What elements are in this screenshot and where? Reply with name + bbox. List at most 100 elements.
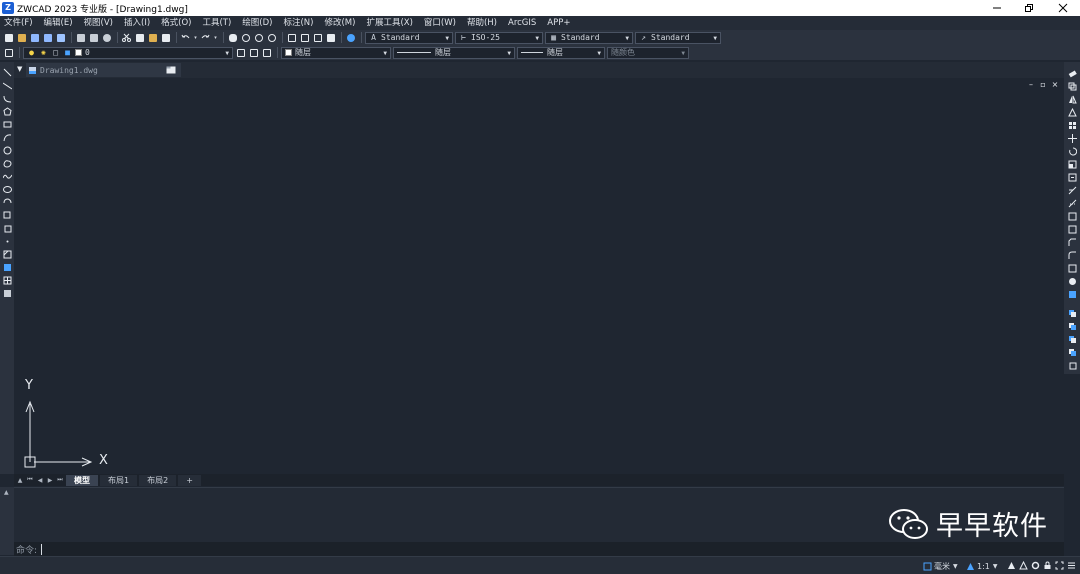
layer-select[interactable]: ● ✺ □ ■ 0 ▼ [23, 46, 233, 59]
menu-edit[interactable]: 编辑(E) [44, 16, 73, 30]
menu-window[interactable]: 窗口(W) [424, 16, 456, 30]
fillet-icon[interactable] [1067, 250, 1077, 260]
redo-dropdown-icon[interactable]: ▾ [213, 32, 218, 43]
menu-dimension[interactable]: 标注(N) [283, 16, 313, 30]
layer-states-icon[interactable] [261, 47, 272, 58]
tab-list-chevron-icon[interactable]: ▼ [17, 65, 22, 73]
zoom-window-icon[interactable] [253, 32, 264, 43]
explode-icon[interactable] [1067, 263, 1077, 273]
last-layout-icon[interactable]: ⏭ [56, 475, 64, 485]
pan-hand-icon[interactable] [227, 32, 238, 43]
calculator-icon[interactable] [325, 32, 336, 43]
menu-format[interactable]: 格式(O) [161, 16, 191, 30]
annotation-visibility-icon[interactable] [1006, 560, 1016, 570]
zoom-realtime-icon[interactable] [240, 32, 251, 43]
drawing-canvas[interactable] [17, 78, 1063, 475]
table-icon[interactable] [2, 275, 12, 285]
add-layout-button[interactable]: + [178, 474, 201, 486]
properties-palette-icon[interactable] [1067, 289, 1077, 299]
match-properties-icon[interactable] [160, 32, 171, 43]
canvas-close-icon[interactable]: × [1050, 80, 1060, 90]
save-all-icon[interactable] [55, 32, 66, 43]
first-layout-icon[interactable]: ▲ [16, 475, 24, 485]
trim-icon[interactable] [1067, 185, 1077, 195]
rectangle-icon[interactable] [2, 119, 12, 129]
command-line[interactable]: 命令: [14, 542, 1064, 556]
revision-cloud-icon[interactable] [2, 158, 12, 168]
online-help-icon[interactable] [345, 32, 356, 43]
tool-palettes-icon[interactable] [312, 32, 323, 43]
collapse-arrow-icon[interactable]: ▲ [4, 489, 9, 496]
units-select[interactable]: 毫米 ▼ [922, 560, 958, 572]
arc-icon[interactable] [2, 132, 12, 142]
workspace-gear-icon[interactable] [1030, 560, 1040, 570]
draw-order-back-icon[interactable] [1067, 321, 1077, 331]
construction-line-icon[interactable] [2, 80, 12, 90]
close-window-button[interactable] [1046, 0, 1080, 16]
break-icon[interactable] [1067, 211, 1077, 221]
restore-button[interactable] [1012, 0, 1046, 16]
multiline-text-icon[interactable] [2, 288, 12, 298]
insert-block-icon[interactable] [2, 210, 12, 220]
menu-modify[interactable]: 修改(M) [324, 16, 355, 30]
color-select[interactable]: 随层 ▼ [281, 46, 391, 59]
menu-app-plus[interactable]: APP+ [547, 16, 570, 30]
open-folder-icon[interactable] [16, 32, 27, 43]
tab-model[interactable]: 模型 [66, 474, 98, 486]
draw-order-above-icon[interactable] [1067, 334, 1077, 344]
draw-order-under-icon[interactable] [1067, 347, 1077, 357]
print-icon[interactable] [75, 32, 86, 43]
gradient-icon[interactable] [2, 262, 12, 272]
hatch-icon[interactable] [2, 249, 12, 259]
lock-ui-icon[interactable] [1042, 560, 1052, 570]
annotation-scale-select[interactable]: 1:1 ▼ [965, 560, 998, 572]
chamfer-icon[interactable] [1067, 237, 1077, 247]
layer-previous-icon[interactable] [248, 47, 259, 58]
print-preview-icon[interactable] [88, 32, 99, 43]
spline-icon[interactable] [2, 171, 12, 181]
menu-help[interactable]: 帮助(H) [467, 16, 497, 30]
ellipse-arc-icon[interactable] [2, 197, 12, 207]
undo-dropdown-icon[interactable]: ▾ [193, 32, 198, 43]
ellipse-icon[interactable] [2, 184, 12, 194]
auto-scale-icon[interactable] [1018, 560, 1028, 570]
circle-icon[interactable] [2, 145, 12, 155]
save-as-icon[interactable] [42, 32, 53, 43]
scale-icon[interactable] [1067, 159, 1077, 169]
polyline-icon[interactable] [2, 93, 12, 103]
line-tool-icon[interactable] [2, 67, 12, 77]
menu-file[interactable]: 文件(F) [4, 16, 33, 30]
paste-icon[interactable] [147, 32, 158, 43]
customization-menu-icon[interactable] [1066, 560, 1076, 570]
point-icon[interactable] [2, 236, 12, 246]
command-window-grip[interactable]: ▲ [0, 487, 14, 555]
new-drawing-tab-icon[interactable] [166, 65, 176, 74]
menu-tools[interactable]: 工具(T) [202, 16, 231, 30]
menu-arcgis[interactable]: ArcGIS [508, 16, 536, 30]
zoom-previous-icon[interactable] [266, 32, 277, 43]
clean-screen-icon[interactable] [1054, 560, 1064, 570]
undo-icon[interactable] [180, 32, 191, 43]
prev-first-layout-icon[interactable]: ⏮ [26, 475, 34, 485]
array-icon[interactable] [1067, 120, 1077, 130]
menu-draw[interactable]: 绘图(D) [242, 16, 272, 30]
draw-order-front-icon[interactable] [1067, 308, 1077, 318]
next-layout-icon[interactable]: ▶ [46, 475, 54, 485]
new-file-icon[interactable] [3, 32, 14, 43]
layer-manager-icon[interactable] [3, 47, 14, 58]
text-style-select[interactable]: A Standard ▼ [365, 31, 453, 44]
redo-icon[interactable] [200, 32, 211, 43]
multileader-style-select[interactable]: ↗ Standard ▼ [635, 31, 721, 44]
text-to-front-icon[interactable] [1067, 360, 1077, 370]
stretch-icon[interactable] [1067, 172, 1077, 182]
cut-icon[interactable] [121, 32, 132, 43]
offset-icon[interactable] [1067, 107, 1077, 117]
dim-style-select[interactable]: ⊢ ISO-25 ▼ [455, 31, 543, 44]
lineweight-select[interactable]: 随层 ▼ [517, 46, 605, 59]
make-current-layer-icon[interactable] [235, 47, 246, 58]
tab-layout2[interactable]: 布局2 [139, 474, 177, 486]
move-icon[interactable] [1067, 133, 1077, 143]
table-style-select[interactable]: ▦ Standard ▼ [545, 31, 633, 44]
copy-icon[interactable] [134, 32, 145, 43]
menu-view[interactable]: 视图(V) [84, 16, 113, 30]
